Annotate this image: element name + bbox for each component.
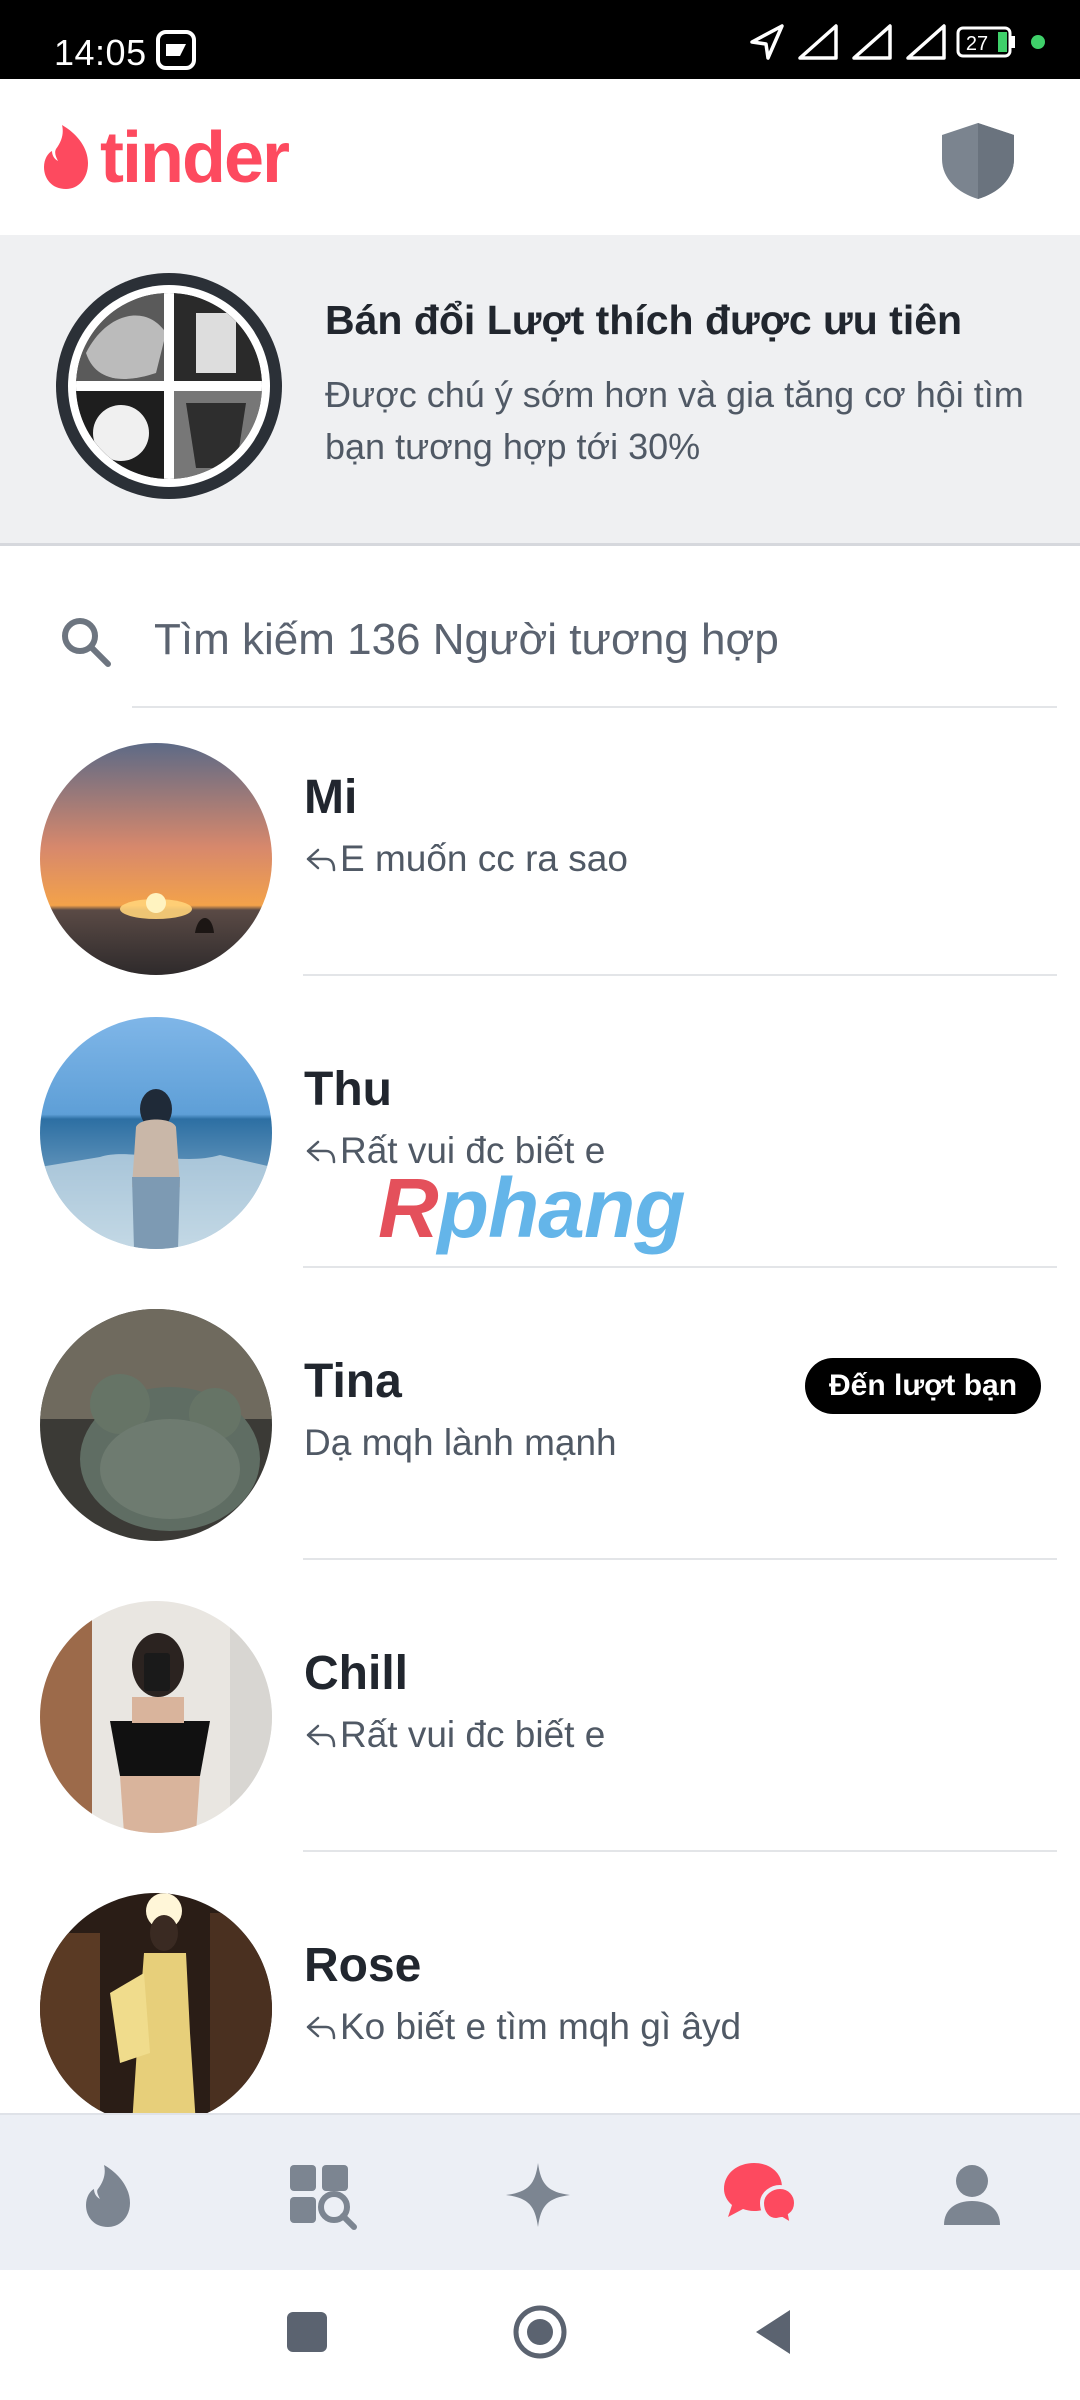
message-preview: Ko biết e tìm mqh gì âyd bbox=[304, 2006, 741, 2048]
signal-icon-1 bbox=[798, 24, 838, 60]
message-preview-text: E muốn cc ra sao bbox=[340, 838, 628, 879]
contact-name: Rose bbox=[304, 1939, 422, 1992]
tinder-flame-icon bbox=[44, 125, 88, 189]
tinder-logo: tinder bbox=[40, 118, 290, 198]
message-preview-text: Rất vui đc biết e bbox=[340, 1714, 606, 1755]
reply-arrow-icon bbox=[306, 1724, 336, 1748]
notification-app-icon bbox=[156, 30, 196, 70]
message-row-rose[interactable]: Rose Ko biết e tìm mqh gì âyd bbox=[0, 1878, 1080, 2113]
row-divider bbox=[303, 1558, 1057, 1560]
signal-icon-2 bbox=[852, 24, 892, 60]
status-time: 14:05 bbox=[54, 32, 147, 73]
message-preview: E muốn cc ra sao bbox=[304, 838, 628, 880]
system-navigation-bar bbox=[0, 2270, 1080, 2400]
avatar bbox=[40, 1601, 272, 1833]
reply-arrow-icon bbox=[306, 2016, 336, 2040]
active-dot-icon bbox=[1031, 35, 1045, 49]
profile-icon[interactable] bbox=[936, 2159, 1008, 2231]
message-preview: Rất vui đc biết e bbox=[304, 1714, 605, 1756]
search-underline bbox=[132, 706, 1057, 708]
search-icon bbox=[62, 618, 111, 667]
avatar bbox=[40, 1893, 272, 2113]
message-row-tina[interactable]: Tina Dạ mqh lành mạnh Đến lượt bạn bbox=[0, 1294, 1080, 1586]
promo-title: Bán đổi Lượt thích được ưu tiên bbox=[325, 297, 963, 343]
bottom-navigation bbox=[0, 2113, 1080, 2271]
message-list: Mi E muốn cc ra sao Thu Rất vui đc biết … bbox=[0, 710, 1080, 2113]
watermark-logo: Rphang bbox=[378, 1161, 686, 1255]
message-row-chill[interactable]: Chill Rất vui đc biết e bbox=[0, 1586, 1080, 1878]
search-bar bbox=[0, 546, 1080, 710]
row-divider bbox=[303, 1266, 1057, 1268]
contact-name: Tina bbox=[304, 1355, 402, 1408]
message-preview-text: Ko biết e tìm mqh gì âyd bbox=[340, 2006, 742, 2047]
promo-avatar-ring bbox=[56, 273, 282, 499]
logo-text: tinder bbox=[100, 118, 290, 198]
avatar bbox=[40, 1309, 272, 1541]
status-bar: 14:05 27 bbox=[0, 0, 1080, 79]
back-icon[interactable] bbox=[744, 2302, 804, 2362]
avatar bbox=[40, 743, 272, 975]
contact-name: Chill bbox=[304, 1647, 408, 1700]
row-divider bbox=[303, 1850, 1057, 1852]
battery-level: 27 bbox=[966, 33, 988, 55]
flame-icon[interactable] bbox=[72, 2159, 144, 2231]
search-input[interactable] bbox=[152, 604, 1036, 676]
promo-description: Được chú ý sớm hơn và gia tăng cơ hội tì… bbox=[325, 374, 1024, 467]
message-row-mi[interactable]: Mi E muốn cc ra sao bbox=[0, 710, 1080, 1002]
message-preview-text: Dạ mqh lành mạnh bbox=[304, 1422, 617, 1463]
contact-name: Thu bbox=[304, 1063, 392, 1116]
safety-shield-icon[interactable] bbox=[940, 121, 1016, 201]
row-divider bbox=[303, 974, 1057, 976]
recent-apps-icon[interactable] bbox=[277, 2302, 337, 2362]
contact-name: Mi bbox=[304, 771, 358, 824]
your-turn-badge: Đến lượt bạn bbox=[805, 1358, 1042, 1414]
location-icon bbox=[750, 24, 784, 60]
reply-arrow-icon bbox=[306, 848, 336, 872]
explore-icon[interactable] bbox=[286, 2159, 358, 2231]
promo-collage-image bbox=[76, 293, 262, 479]
status-icons: 27 bbox=[750, 24, 1045, 60]
battery-icon: 27 bbox=[956, 26, 1015, 58]
app-header: tinder bbox=[0, 79, 1080, 235]
sparkle-icon[interactable] bbox=[502, 2159, 574, 2231]
avatar bbox=[40, 1017, 272, 1249]
home-icon[interactable] bbox=[510, 2302, 570, 2362]
priority-likes-banner[interactable]: Bán đổi Lượt thích được ưu tiên Được chú… bbox=[0, 235, 1080, 546]
reply-arrow-icon bbox=[306, 1140, 336, 1164]
message-preview: Dạ mqh lành mạnh bbox=[304, 1422, 617, 1464]
chat-icon[interactable] bbox=[718, 2159, 796, 2231]
signal-icon-3 bbox=[906, 24, 946, 60]
